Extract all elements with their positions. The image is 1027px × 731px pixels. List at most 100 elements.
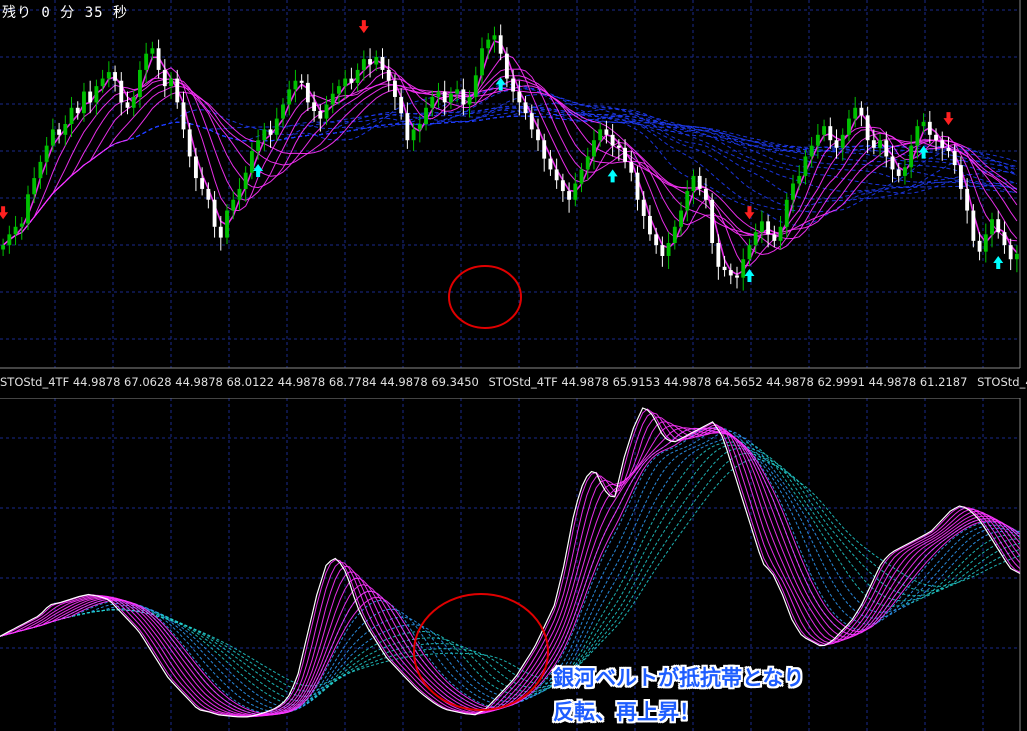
candle-body: [349, 78, 354, 83]
candle-body: [722, 266, 727, 271]
candle-body: [648, 215, 652, 235]
candle-body: [896, 169, 901, 176]
candle-body: [7, 234, 12, 246]
price-chart[interactable]: [0, 0, 1027, 371]
galaxy-belt-line: [2, 88, 1017, 246]
candle-body: [579, 169, 584, 184]
candle-body: [1, 245, 6, 250]
candle-body: [94, 86, 99, 103]
candle-body: [467, 96, 472, 105]
candle-body: [1008, 245, 1013, 260]
candle-body: [784, 199, 789, 227]
candle-body: [710, 199, 715, 243]
candle-body: [293, 80, 298, 90]
candle-body: [206, 188, 211, 200]
candle-body: [958, 165, 963, 189]
candle-body: [237, 188, 242, 200]
candle-body: [448, 93, 453, 103]
galaxy-belt-line: [2, 115, 1018, 246]
ma-fan-line: [2, 84, 1018, 246]
annotation-text: 銀河ベルトが抵抗帯となり 反転、再上昇！: [553, 661, 804, 729]
candle-body: [585, 156, 590, 170]
candle-body: [249, 151, 254, 173]
candle-body: [759, 221, 764, 233]
candle-body: [741, 259, 746, 278]
candle-body: [691, 175, 696, 192]
candle-body: [672, 226, 677, 243]
candle-body: [156, 48, 161, 70]
candle-body: [573, 183, 578, 200]
candle-body: [337, 86, 341, 94]
indicator-label: STOStd_4TF 44.9878 65.9153 44.9878 64.56…: [488, 375, 968, 389]
candle-body: [946, 147, 951, 152]
candle-body: [361, 59, 366, 70]
candle-body: [343, 78, 348, 87]
candle-body: [26, 194, 30, 224]
candle-body: [243, 172, 248, 189]
buy-arrow-icon: [993, 255, 1004, 269]
candle-body: [934, 134, 938, 141]
candle-body: [629, 161, 634, 173]
candle-body: [697, 175, 702, 189]
candle-body: [442, 91, 447, 103]
candle-body: [703, 188, 708, 200]
candle-body: [330, 93, 335, 105]
candle-body: [455, 89, 460, 94]
candle-body: [915, 126, 920, 146]
galaxy-belt-line: [2, 115, 1018, 246]
candle-body: [517, 91, 522, 103]
candle-body: [990, 219, 994, 235]
galaxy-belt-line: [2, 115, 1018, 246]
candle-body: [106, 72, 111, 79]
sell-arrow-icon: [0, 206, 9, 220]
candle-body: [144, 53, 149, 70]
candle-body: [604, 129, 609, 135]
candle-body: [598, 129, 603, 141]
candle-body: [75, 107, 80, 114]
candle-body: [523, 102, 528, 114]
galaxy-belt-line: [2, 108, 1017, 246]
candle-body: [940, 140, 945, 148]
candle-body: [971, 210, 976, 241]
stochastic-chart[interactable]: [0, 398, 1027, 731]
candle-body: [318, 111, 323, 119]
candle-body: [218, 226, 223, 238]
candle-body: [766, 221, 771, 235]
candle-body: [548, 158, 553, 170]
candle-body: [728, 270, 733, 276]
candle-body: [138, 69, 142, 97]
candle-body: [32, 178, 37, 195]
sell-arrow-icon: [358, 20, 369, 34]
candle-body: [368, 59, 372, 65]
candle-body: [355, 69, 360, 83]
candle-body: [324, 104, 329, 119]
candle-body: [847, 118, 851, 135]
candle-body: [82, 91, 86, 114]
buy-arrow-icon: [607, 169, 618, 183]
candle-body: [797, 175, 802, 184]
candle-body: [791, 183, 795, 200]
candle-body: [772, 234, 777, 241]
candle-body: [399, 96, 404, 114]
candle-body: [405, 113, 410, 141]
candle-body: [169, 78, 173, 87]
candle-body: [424, 107, 428, 124]
candle-body: [88, 91, 93, 103]
candle-body: [641, 199, 646, 216]
candle-body: [19, 223, 24, 227]
candle-body: [921, 121, 926, 127]
candle-body: [57, 129, 62, 135]
candle-body: [996, 219, 1001, 233]
indicator-label: STOStd_4: [977, 375, 1027, 389]
candle-body: [623, 147, 627, 162]
indicator-values-bar: STOStd_4TF 44.9878 67.0628 44.9878 68.01…: [0, 371, 1027, 393]
candle-body: [809, 145, 814, 157]
candle-body: [903, 167, 907, 176]
candle-body: [380, 56, 385, 70]
candle-body: [274, 118, 279, 135]
candle-body: [393, 80, 397, 97]
candle-body: [803, 156, 808, 176]
candle-body: [386, 69, 391, 81]
candle-body: [504, 53, 509, 79]
candle-body: [131, 96, 136, 108]
